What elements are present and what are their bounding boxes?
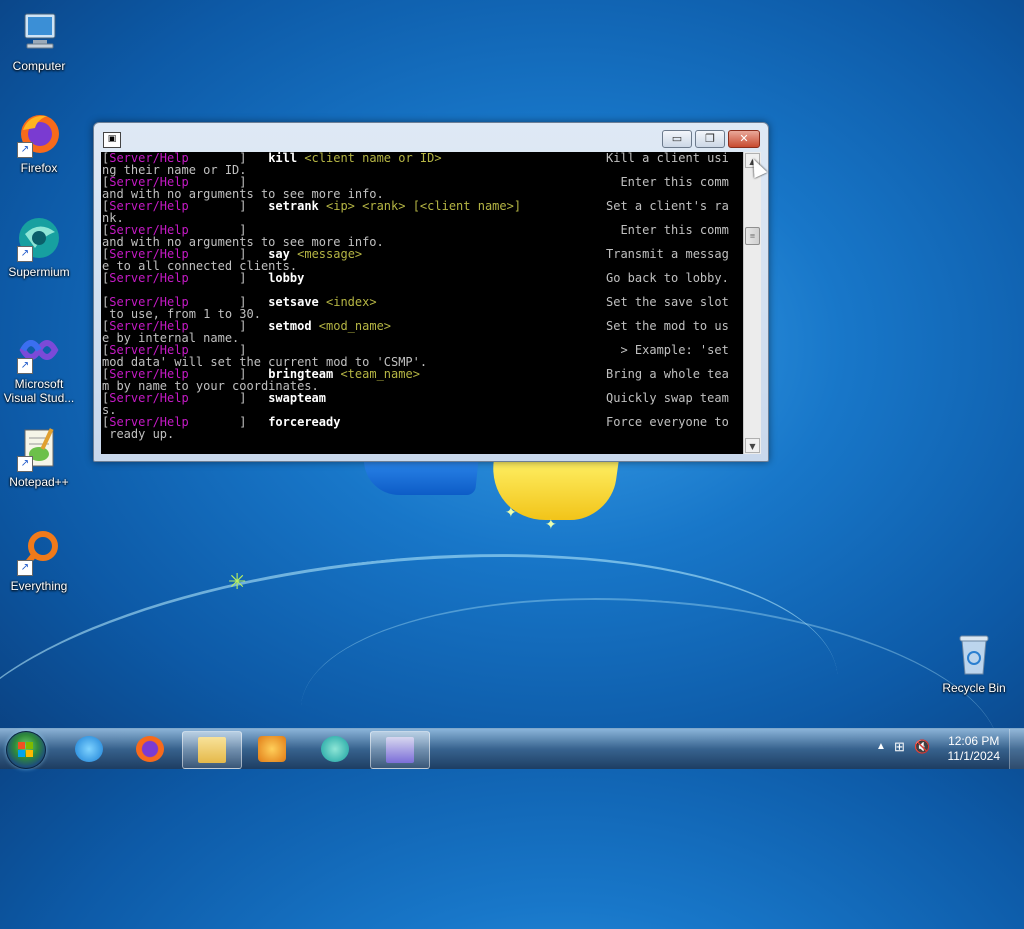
console-command: swapteam	[268, 391, 326, 405]
taskbar-internet-explorer[interactable]	[60, 731, 118, 767]
console-line: ready up.	[101, 428, 743, 440]
console-description: Go back to lobby.	[606, 271, 729, 285]
shortcut-arrow-icon: ↗	[17, 142, 33, 158]
desktop-icon-everything[interactable]: ↗ Everything	[1, 528, 77, 593]
desktop-icon-label: Supermium	[8, 265, 70, 279]
desktop-icon-visual-studio[interactable]: ↗ Microsoft Visual Stud...	[1, 326, 77, 405]
file-explorer-icon	[198, 737, 226, 763]
taskbar-console-app[interactable]	[370, 731, 430, 769]
console-description: Kill a client usi	[606, 152, 729, 165]
desktop-icon-label: Everything	[10, 579, 68, 593]
desktop-icon-computer[interactable]: Computer	[1, 8, 77, 73]
system-tray: ▲ ⊞ 🔇 12:06 PM 11/1/2024	[854, 729, 1024, 769]
everything-search-icon: ↗	[15, 528, 63, 576]
shortcut-arrow-icon: ↗	[17, 246, 33, 262]
supermium-icon: ↗	[15, 214, 63, 262]
shortcut-arrow-icon: ↗	[17, 560, 33, 576]
desktop-icon-label: Notepad++	[9, 475, 69, 489]
console-description: Transmit a messag	[606, 247, 729, 261]
console-bracket: ]	[188, 391, 269, 405]
console-args: <index>	[318, 295, 377, 309]
console-line-text: ready up.	[102, 427, 175, 441]
firefox-icon: ↗	[15, 110, 63, 158]
clock-time: 12:06 PM	[948, 734, 1000, 748]
shortcut-arrow-icon: ↗	[17, 456, 33, 472]
console-description: Set the mod to us	[606, 319, 729, 333]
console-description: > Example: 'set	[606, 343, 729, 357]
console-description: Enter this comm	[606, 175, 729, 189]
console-bracket: ]	[188, 199, 269, 213]
console-line: [Server/Help ] setrank <ip> <rank> [<cli…	[101, 200, 743, 212]
show-hidden-icons-chevron-icon[interactable]: ▲	[876, 741, 886, 752]
recycle-bin-icon	[950, 630, 998, 678]
minimize-button[interactable]: ▭	[662, 130, 692, 148]
console-window[interactable]: ▣ ▭ ❐ ✕ [Server/Help ] kill <client name…	[93, 122, 769, 462]
wallpaper-sparkle: ✦	[505, 505, 517, 521]
console-line: [Server/Help ] swapteam Quickly swap team	[101, 392, 743, 404]
console-args: <team_name>	[333, 367, 420, 381]
console-description: Quickly swap team	[606, 391, 729, 405]
clock[interactable]: 12:06 PM 11/1/2024	[948, 734, 1001, 764]
taskbar-firefox[interactable]	[121, 731, 179, 767]
console-bracket: ]	[188, 271, 269, 285]
console-command: setrank	[268, 199, 319, 213]
console-tag: Server/Help	[109, 271, 189, 285]
console-app-icon	[386, 737, 414, 763]
visual-studio-icon: ↗	[15, 326, 63, 374]
taskbar-supermium[interactable]	[306, 731, 364, 767]
console-app-icon: ▣	[103, 132, 121, 148]
wallpaper-sparkle: ✦	[545, 517, 557, 533]
shortcut-arrow-icon: ↗	[17, 358, 33, 374]
desktop-icon-label: Recycle Bin	[942, 681, 1006, 695]
maximize-button[interactable]: ❐	[695, 130, 725, 148]
console-command: setsave	[268, 295, 319, 309]
console-command: setmod	[268, 319, 312, 333]
console-description: Force everyone to	[606, 415, 729, 429]
console-command: lobby	[268, 271, 305, 285]
console-args: <mod_name>	[311, 319, 392, 333]
network-icon[interactable]: ⊞	[894, 739, 905, 755]
console-command: forceready	[268, 415, 341, 429]
console-args: <ip> <rank> [<client name>]	[318, 199, 522, 213]
console-tag: Server/Help	[109, 391, 189, 405]
show-desktop-button[interactable]	[1009, 729, 1024, 769]
scroll-down-arrow-icon[interactable]: ▼	[745, 438, 760, 453]
desktop-icon-label: Computer	[12, 59, 66, 73]
close-button[interactable]: ✕	[728, 130, 760, 148]
scrollbar-thumb[interactable]: ≡	[745, 227, 760, 245]
console-description: Bring a whole tea	[606, 367, 729, 381]
console-description: Set the save slot	[606, 295, 729, 309]
console-line: [Server/Help ] forceready Force everyone …	[101, 416, 743, 428]
console-args: <message>	[289, 247, 363, 261]
console-description: Enter this comm	[606, 223, 729, 237]
window-titlebar[interactable]: ▣ ▭ ❐ ✕	[94, 123, 768, 153]
desktop-icon-firefox[interactable]: ↗ Firefox	[1, 110, 77, 175]
console-bracket: ]	[188, 415, 269, 429]
console-description: Set a client's ra	[606, 199, 729, 213]
clock-date: 11/1/2024	[947, 749, 1001, 763]
start-button[interactable]	[6, 731, 46, 769]
desktop-icon-label: Firefox	[20, 161, 58, 175]
taskbar-media-player[interactable]	[243, 731, 301, 767]
internet-explorer-icon	[75, 736, 103, 762]
desktop-icon-notepadpp[interactable]: ↗ Notepad++	[1, 424, 77, 489]
desktop-icon-recycle-bin[interactable]: Recycle Bin	[936, 630, 1012, 695]
console-output[interactable]: [Server/Help ] kill <client name or ID> K…	[101, 152, 743, 454]
media-player-icon	[258, 736, 286, 762]
computer-icon	[15, 8, 63, 56]
desktop-icon-supermium[interactable]: ↗ Supermium	[1, 214, 77, 279]
windows-logo-icon	[18, 742, 34, 758]
desktop-icon-label: Microsoft Visual Stud...	[3, 377, 75, 405]
taskbar: ▲ ⊞ 🔇 12:06 PM 11/1/2024	[0, 728, 1024, 769]
vertical-scrollbar[interactable]: ▲ ≡ ▼	[743, 152, 761, 454]
notepadpp-icon: ↗	[15, 424, 63, 472]
taskbar-file-explorer[interactable]	[182, 731, 242, 769]
console-line: [Server/Help ] lobby Go back to lobby.	[101, 272, 743, 284]
wallpaper-sparkle: ✳	[228, 570, 247, 595]
supermium-icon	[321, 736, 349, 762]
firefox-icon	[136, 736, 164, 762]
volume-muted-icon[interactable]: 🔇	[914, 739, 930, 755]
